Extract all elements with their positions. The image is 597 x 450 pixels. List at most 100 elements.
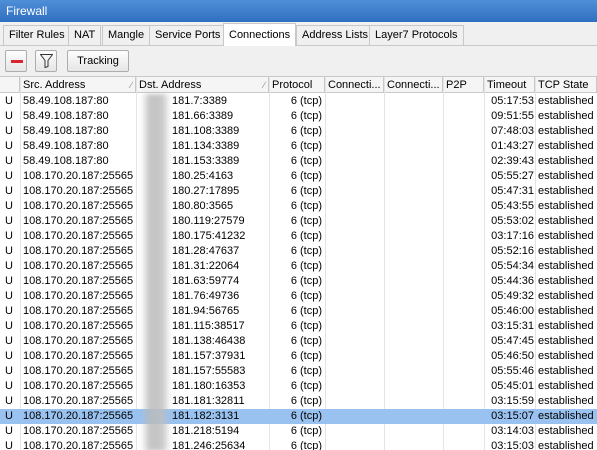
tab-mangle[interactable]: Mangle bbox=[102, 25, 151, 45]
cell-protocol: 6 (tcp) bbox=[290, 440, 322, 450]
cell-dst-address: 181.180:16353 bbox=[172, 380, 246, 392]
cell-timeout: 05:55:46 bbox=[491, 365, 534, 377]
window-title-bar: Firewall bbox=[0, 0, 597, 22]
cell-flag: U bbox=[5, 290, 13, 302]
table-row[interactable]: U 108.170.20.187:25565 181.218:5194 6 (tcp)… bbox=[0, 424, 597, 439]
table-row[interactable]: U 108.170.20.187:25565 180.25:4163 6 (tcp) 0… bbox=[0, 169, 597, 184]
cell-dst-address: 180.27:17895 bbox=[172, 185, 240, 197]
cell-flag: U bbox=[5, 230, 13, 242]
cell-src-address: 108.170.20.187:25565 bbox=[23, 215, 134, 227]
tab-address-lists[interactable]: Address Lists bbox=[296, 25, 375, 45]
tracking-button[interactable]: Tracking bbox=[67, 50, 129, 72]
column-header-timeout[interactable]: Timeout bbox=[484, 77, 535, 93]
cell-dst-address: 181.153:3389 bbox=[172, 155, 240, 167]
tab-service-ports[interactable]: Service Ports bbox=[149, 25, 227, 45]
column-header-dst-address[interactable]: Dst. Address ∕ bbox=[136, 77, 269, 93]
column-header-p2p[interactable]: P2P bbox=[443, 77, 484, 93]
minus-icon bbox=[11, 60, 23, 63]
cell-timeout: 03:15:07 bbox=[491, 410, 534, 422]
table-row[interactable]: U 108.170.20.187:25565 181.115:38517 6 (tcp… bbox=[0, 319, 597, 334]
cell-timeout: 01:43:27 bbox=[491, 140, 534, 152]
cell-flag: U bbox=[5, 140, 13, 152]
cell-protocol: 6 (tcp) bbox=[290, 170, 322, 182]
cell-flag: U bbox=[5, 380, 13, 392]
table-row[interactable]: U 108.170.20.187:25565 180.119:27579 6 (tcp… bbox=[0, 214, 597, 229]
table-row[interactable]: U 108.170.20.187:25565 181.157:55583 6 (tcp… bbox=[0, 364, 597, 379]
cell-timeout: 05:47:45 bbox=[491, 335, 534, 347]
tab-nat[interactable]: NAT bbox=[68, 25, 102, 45]
tab-layer7-protocols[interactable]: Layer7 Protocols bbox=[369, 25, 464, 45]
column-header-connection-1[interactable]: Connecti... bbox=[325, 77, 384, 93]
tab-connections[interactable]: Connections bbox=[223, 23, 297, 46]
cell-timeout: 05:47:31 bbox=[491, 185, 534, 197]
cell-tcp-state: established bbox=[538, 305, 594, 317]
cell-src-address: 108.170.20.187:25565 bbox=[23, 260, 134, 272]
cell-protocol: 6 (tcp) bbox=[290, 410, 322, 422]
table-row[interactable]: U 58.49.108.187:80 181.108:3389 6 (tcp) 07:4… bbox=[0, 124, 597, 139]
cell-tcp-state: established bbox=[538, 380, 594, 392]
cell-src-address: 108.170.20.187:25565 bbox=[23, 335, 134, 347]
table-row[interactable]: U 108.170.20.187:25565 180.80:3565 6 (tcp) 0… bbox=[0, 199, 597, 214]
cell-flag: U bbox=[5, 395, 13, 407]
table-row[interactable]: U 108.170.20.187:25565 181.180:16353 6 (tcp… bbox=[0, 379, 597, 394]
cell-dst-address: 180.119:27579 bbox=[172, 215, 245, 227]
cell-protocol: 6 (tcp) bbox=[290, 140, 322, 152]
cell-tcp-state: established bbox=[538, 200, 594, 212]
table-row[interactable]: U 108.170.20.187:25565 181.31:22064 6 (tcp)… bbox=[0, 259, 597, 274]
table-row[interactable]: U 108.170.20.187:25565 181.157:37931 6 (tcp… bbox=[0, 349, 597, 364]
table-row[interactable]: U 108.170.20.187:25565 181.182:3131 6 (tcp)… bbox=[0, 409, 597, 424]
table-row[interactable]: U 108.170.20.187:25565 180.27:17895 6 (tcp)… bbox=[0, 184, 597, 199]
cell-dst-address: 181.157:37931 bbox=[172, 350, 246, 362]
cell-src-address: 108.170.20.187:25565 bbox=[23, 245, 134, 257]
redaction-blur bbox=[141, 94, 171, 450]
cell-timeout: 05:46:50 bbox=[491, 350, 534, 362]
table-row[interactable]: U 108.170.20.187:25565 180.175:41232 6 (tcp… bbox=[0, 229, 597, 244]
table-row[interactable]: U 58.49.108.187:80 181.153:3389 6 (tcp) 02:3… bbox=[0, 154, 597, 169]
table-row[interactable]: U 58.49.108.187:80 181.7:3389 6 (tcp) 05:17:… bbox=[0, 94, 597, 109]
table-row[interactable]: U 108.170.20.187:25565 181.181:32811 6 (tcp… bbox=[0, 394, 597, 409]
cell-dst-address: 181.246:25634 bbox=[172, 440, 246, 450]
cell-src-address: 108.170.20.187:25565 bbox=[23, 170, 134, 182]
cell-flag: U bbox=[5, 170, 13, 182]
table-row[interactable]: U 108.170.20.187:25565 181.94:56765 6 (tcp)… bbox=[0, 304, 597, 319]
table-row[interactable]: U 108.170.20.187:25565 181.246:25634 6 (tcp… bbox=[0, 439, 597, 450]
cell-flag: U bbox=[5, 200, 13, 212]
cell-src-address: 108.170.20.187:25565 bbox=[23, 395, 134, 407]
cell-flag: U bbox=[5, 260, 13, 272]
tab-filter-rules[interactable]: Filter Rules bbox=[3, 25, 71, 45]
cell-tcp-state: established bbox=[538, 230, 594, 242]
filter-icon bbox=[40, 54, 53, 68]
cell-protocol: 6 (tcp) bbox=[290, 230, 322, 242]
cell-tcp-state: established bbox=[538, 140, 594, 152]
filter-button[interactable] bbox=[35, 50, 57, 72]
column-header-protocol[interactable]: Protocol bbox=[269, 77, 325, 93]
cell-protocol: 6 (tcp) bbox=[290, 395, 322, 407]
table-row[interactable]: U 58.49.108.187:80 181.134:3389 6 (tcp) 01:4… bbox=[0, 139, 597, 154]
cell-dst-address: 181.66:3389 bbox=[172, 110, 234, 122]
cell-src-address: 108.170.20.187:25565 bbox=[23, 365, 134, 377]
cell-dst-address: 180.25:4163 bbox=[172, 170, 234, 182]
cell-timeout: 05:43:55 bbox=[491, 200, 534, 212]
column-header-connection-2[interactable]: Connecti... bbox=[384, 77, 443, 93]
table-row[interactable]: U 58.49.108.187:80 181.66:3389 6 (tcp) 09:51… bbox=[0, 109, 597, 124]
cell-src-address: 58.49.108.187:80 bbox=[23, 95, 109, 107]
cell-protocol: 6 (tcp) bbox=[290, 125, 322, 137]
cell-src-address: 108.170.20.187:25565 bbox=[23, 440, 134, 450]
table-row[interactable]: U 108.170.20.187:25565 181.28:47637 6 (tcp)… bbox=[0, 244, 597, 259]
table-row[interactable]: U 108.170.20.187:25565 181.138:46438 6 (tcp… bbox=[0, 334, 597, 349]
cell-tcp-state: established bbox=[538, 110, 594, 122]
cell-timeout: 03:15:59 bbox=[491, 395, 534, 407]
cell-tcp-state: established bbox=[538, 260, 594, 272]
cell-tcp-state: established bbox=[538, 125, 594, 137]
table-row[interactable]: U 108.170.20.187:25565 181.76:49736 6 (tcp)… bbox=[0, 289, 597, 304]
column-header-tcp-state[interactable]: TCP State bbox=[535, 77, 597, 93]
table-row[interactable]: U 108.170.20.187:25565 181.63:59774 6 (tcp)… bbox=[0, 274, 597, 289]
column-header-flags[interactable] bbox=[0, 77, 20, 93]
cell-timeout: 03:15:03 bbox=[491, 440, 534, 450]
cell-tcp-state: established bbox=[538, 215, 594, 227]
column-header-src-address[interactable]: Src. Address ∕ bbox=[20, 77, 136, 93]
remove-button[interactable] bbox=[5, 50, 27, 72]
cell-protocol: 6 (tcp) bbox=[290, 365, 322, 377]
cell-flag: U bbox=[5, 95, 13, 107]
cell-src-address: 108.170.20.187:25565 bbox=[23, 410, 134, 422]
